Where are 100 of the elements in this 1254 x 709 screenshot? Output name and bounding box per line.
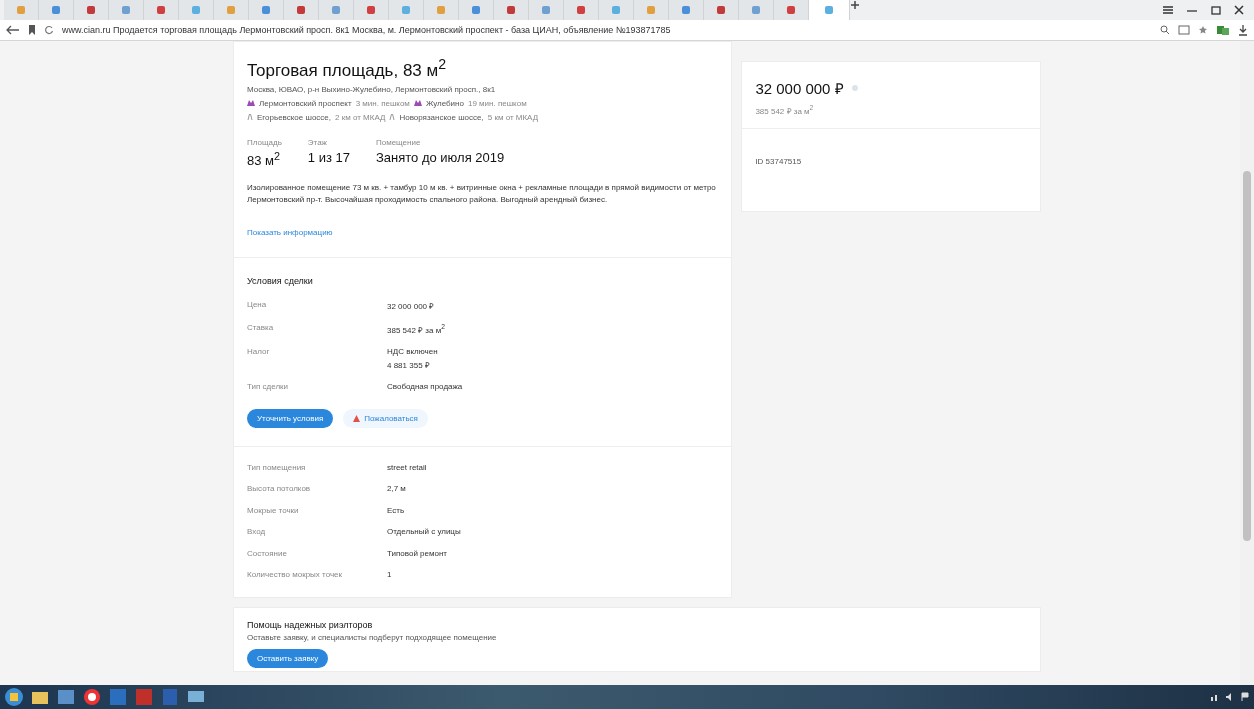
detail-value: Есть bbox=[387, 505, 406, 515]
close-icon[interactable] bbox=[1234, 5, 1244, 15]
extension-icon[interactable] bbox=[1216, 24, 1230, 36]
address-text: Москва, ЮВАО, р-н Выхино-Жулебино, Лермонтовский просп., 8к1 bbox=[247, 84, 497, 94]
condition-value: 385 542 ₽ за м$^{2}$ bbox=[387, 323, 446, 335]
page-icon bbox=[156, 5, 166, 15]
complain-button[interactable]: Пожаловаться bbox=[343, 408, 428, 428]
browser-tab[interactable] bbox=[494, 0, 529, 20]
browser-tab[interactable] bbox=[529, 0, 564, 20]
browser-tab[interactable] bbox=[459, 0, 494, 20]
detail-label: Мокрые точки bbox=[247, 505, 300, 515]
warning-icon bbox=[353, 414, 361, 422]
fact-label: Помещение bbox=[375, 137, 422, 147]
page-icon bbox=[436, 5, 446, 15]
window-icon[interactable] bbox=[56, 687, 76, 707]
browser-tab[interactable] bbox=[354, 0, 389, 20]
back-arrow-icon[interactable] bbox=[6, 25, 20, 35]
browser-tab[interactable] bbox=[74, 0, 109, 20]
request-button[interactable]: Оставить заявку bbox=[247, 649, 329, 669]
menu-icon[interactable] bbox=[1162, 5, 1174, 15]
browser-tab[interactable] bbox=[389, 0, 424, 20]
listing-id: ID 53747515 bbox=[754, 155, 803, 168]
bookmark-icon[interactable] bbox=[28, 24, 36, 36]
browser-tab[interactable] bbox=[739, 0, 774, 20]
browser-tab[interactable] bbox=[109, 0, 144, 20]
page-icon bbox=[786, 5, 796, 15]
page-icon bbox=[646, 5, 656, 15]
highway-distance: 5 км от МКАД bbox=[487, 112, 539, 122]
page-icon bbox=[331, 5, 341, 15]
scrollbar-thumb[interactable] bbox=[1243, 171, 1251, 541]
browser-tab[interactable] bbox=[599, 0, 634, 20]
page-icon bbox=[86, 5, 96, 15]
condition-label: Цена bbox=[247, 300, 268, 309]
metro-station[interactable]: Лермонтовский проспект bbox=[259, 98, 352, 108]
condition-label: Ставка bbox=[247, 323, 275, 332]
section-heading: Условия сделки bbox=[247, 276, 314, 286]
fact-label: Этаж bbox=[307, 137, 328, 147]
detail-value: 2,7 м bbox=[387, 484, 407, 494]
detail-value: street retail bbox=[387, 462, 428, 472]
search-icon[interactable] bbox=[1160, 25, 1170, 35]
page-icon bbox=[16, 5, 26, 15]
price-text: 32 000 000 ₽ bbox=[755, 79, 844, 98]
browser-tab[interactable] bbox=[319, 0, 354, 20]
metro-station[interactable]: Жулебино bbox=[425, 98, 464, 108]
page-icon bbox=[226, 5, 236, 15]
highway-name[interactable]: Егорьевское шоссе, bbox=[257, 112, 331, 122]
detail-label: Вход bbox=[247, 527, 267, 537]
detail-label: Высота потолков bbox=[247, 484, 312, 494]
help-text: Оставьте заявку, и специалисты подберут подходящее помещение bbox=[247, 633, 498, 643]
browser-tab[interactable] bbox=[564, 0, 599, 20]
road-icon bbox=[247, 114, 253, 121]
reload-icon[interactable] bbox=[44, 25, 54, 35]
description-text: Изолированное помещение 73 м кв. + тамбур 10 м кв. + витринные окна + рекламные площади в прямой видимости от метро Лермонтовский пр-т. Высочайшая проходимость спального района. Выгодный арендный бизнес. bbox=[247, 182, 717, 206]
browser-tab[interactable] bbox=[144, 0, 179, 20]
metro-icon bbox=[247, 100, 255, 107]
flag-icon[interactable] bbox=[1240, 692, 1250, 702]
page-icon bbox=[191, 5, 201, 15]
clarify-button[interactable]: Уточнить условия bbox=[247, 408, 334, 428]
browser-tab[interactable] bbox=[669, 0, 704, 20]
page-icon bbox=[611, 5, 621, 15]
star-icon[interactable] bbox=[1198, 25, 1208, 35]
start-orb-icon[interactable] bbox=[4, 687, 24, 707]
page-icon bbox=[506, 5, 516, 15]
detail-label: Количество мокрых точек bbox=[247, 570, 344, 580]
highway-name[interactable]: Новорязанское шоссе, bbox=[399, 112, 484, 122]
detail-value: 1 bbox=[387, 570, 393, 580]
fact-value: Занято до июля 2019 bbox=[375, 149, 505, 165]
help-title: Помощь надежных риэлторов bbox=[247, 620, 374, 631]
page-icon bbox=[366, 5, 376, 15]
show-more-link[interactable]: Показать информацию bbox=[247, 228, 333, 237]
condition-value: НДС включен bbox=[387, 346, 439, 356]
condition-label: Тип сделки bbox=[247, 381, 290, 391]
download-icon[interactable] bbox=[1238, 24, 1248, 36]
fact-value: 83 м$^{2}$ bbox=[247, 149, 282, 168]
page-icon bbox=[576, 5, 586, 15]
page-icon bbox=[541, 5, 551, 15]
metro-icon bbox=[413, 100, 422, 107]
network-icon[interactable] bbox=[1210, 692, 1220, 702]
page-icon bbox=[296, 5, 306, 15]
browser-icon[interactable] bbox=[82, 687, 102, 707]
walk-time: 3 мин. пешком bbox=[355, 98, 410, 108]
reader-icon[interactable] bbox=[1178, 25, 1190, 35]
page-icon bbox=[121, 5, 131, 15]
detail-label: Тип помещения bbox=[247, 462, 307, 472]
detail-value: Типовой ремонт bbox=[387, 548, 448, 558]
browser-tab[interactable] bbox=[249, 0, 284, 20]
browser-tab[interactable] bbox=[704, 0, 739, 20]
highway-distance: 2 км от МКАД bbox=[335, 112, 386, 122]
detail-label: Состояние bbox=[247, 548, 288, 558]
detail-value: Отдельный с улицы bbox=[387, 527, 462, 537]
page-icon bbox=[824, 5, 834, 15]
walk-time: 19 мин. пешком bbox=[467, 98, 527, 108]
page-icon bbox=[681, 5, 691, 15]
plus-icon[interactable] bbox=[850, 0, 860, 10]
browser-tab[interactable] bbox=[284, 0, 319, 20]
restore-icon[interactable] bbox=[1210, 5, 1222, 15]
browser-tab[interactable] bbox=[774, 0, 809, 20]
page-icon bbox=[751, 5, 761, 15]
browser-tab[interactable] bbox=[179, 0, 214, 20]
page-icon bbox=[401, 5, 411, 15]
